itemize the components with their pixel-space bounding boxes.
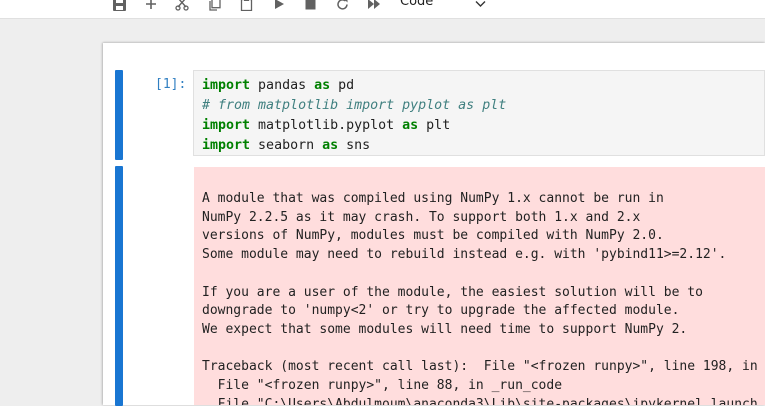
code-comment: # from matplotlib import pyplot as plt [202,98,507,113]
output-line: Traceback (most recent call last): File … [202,359,758,375]
chevron-down-icon [475,0,486,11]
code-content: import pandas as pd # from matplotlib im… [202,76,506,156]
code-text: pd [330,78,355,93]
keyword: as [314,78,331,93]
keyword: import [202,118,251,133]
code-text: plt [418,118,451,133]
code-text: matplotlib.pyplot [250,118,403,133]
output-line: Some module may need to rebuild instead … [202,247,727,263]
cell-collapser-input[interactable] [115,70,123,160]
cut-icon[interactable] [172,0,192,13]
add-cell-icon[interactable] [141,0,161,13]
keyword: as [322,138,339,153]
output-line: versions of NumPy, modules must be compi… [202,228,664,244]
stderr-output: A module that was compiled using NumPy 1… [194,167,765,405]
notebook-toolbar: Code [0,0,765,19]
code-text: seaborn [250,138,323,153]
code-text: sns [338,138,371,153]
output-line: NumPy 2.2.5 as it may crash. To support … [202,209,641,225]
restart-icon[interactable] [332,0,352,13]
keyword: import [202,138,251,153]
code-line: import pandas as pd [202,78,354,93]
keyword: import [202,78,251,93]
cell-type-select[interactable]: Code [400,0,492,12]
run-icon[interactable] [269,0,289,13]
keyword: as [402,118,419,133]
paste-icon[interactable] [236,0,256,13]
stderr-text: A module that was compiled using NumPy 1… [202,190,758,405]
output-line: File "C:\Users\Abdulmoum\anaconda3\Lib\s… [202,396,758,405]
code-editor[interactable]: import pandas as pd # from matplotlib im… [193,70,765,156]
notebook-panel: [1]: import pandas as pd # from matplotl… [103,43,765,406]
output-line: We expect that some modules will need ti… [202,321,688,337]
code-line: import matplotlib.pyplot as plt [202,118,450,133]
stop-icon[interactable] [300,0,320,13]
code-line: import seaborn as sns [202,138,370,153]
input-prompt: [1]: [155,77,187,92]
output-line: downgrade to 'numpy<2' or try to upgrade… [202,303,680,319]
code-text: pandas [250,78,315,93]
save-icon[interactable] [109,0,129,13]
output-line: File "<frozen runpy>", line 88, in _run_… [202,378,563,394]
cell-collapser-output[interactable] [115,166,123,406]
output-line: A module that was compiled using NumPy 1… [202,191,664,206]
fast-forward-icon[interactable] [364,0,384,13]
output-line: If you are a user of the module, the eas… [202,284,703,300]
copy-icon[interactable] [204,0,224,13]
cell-type-label: Code [400,0,434,9]
